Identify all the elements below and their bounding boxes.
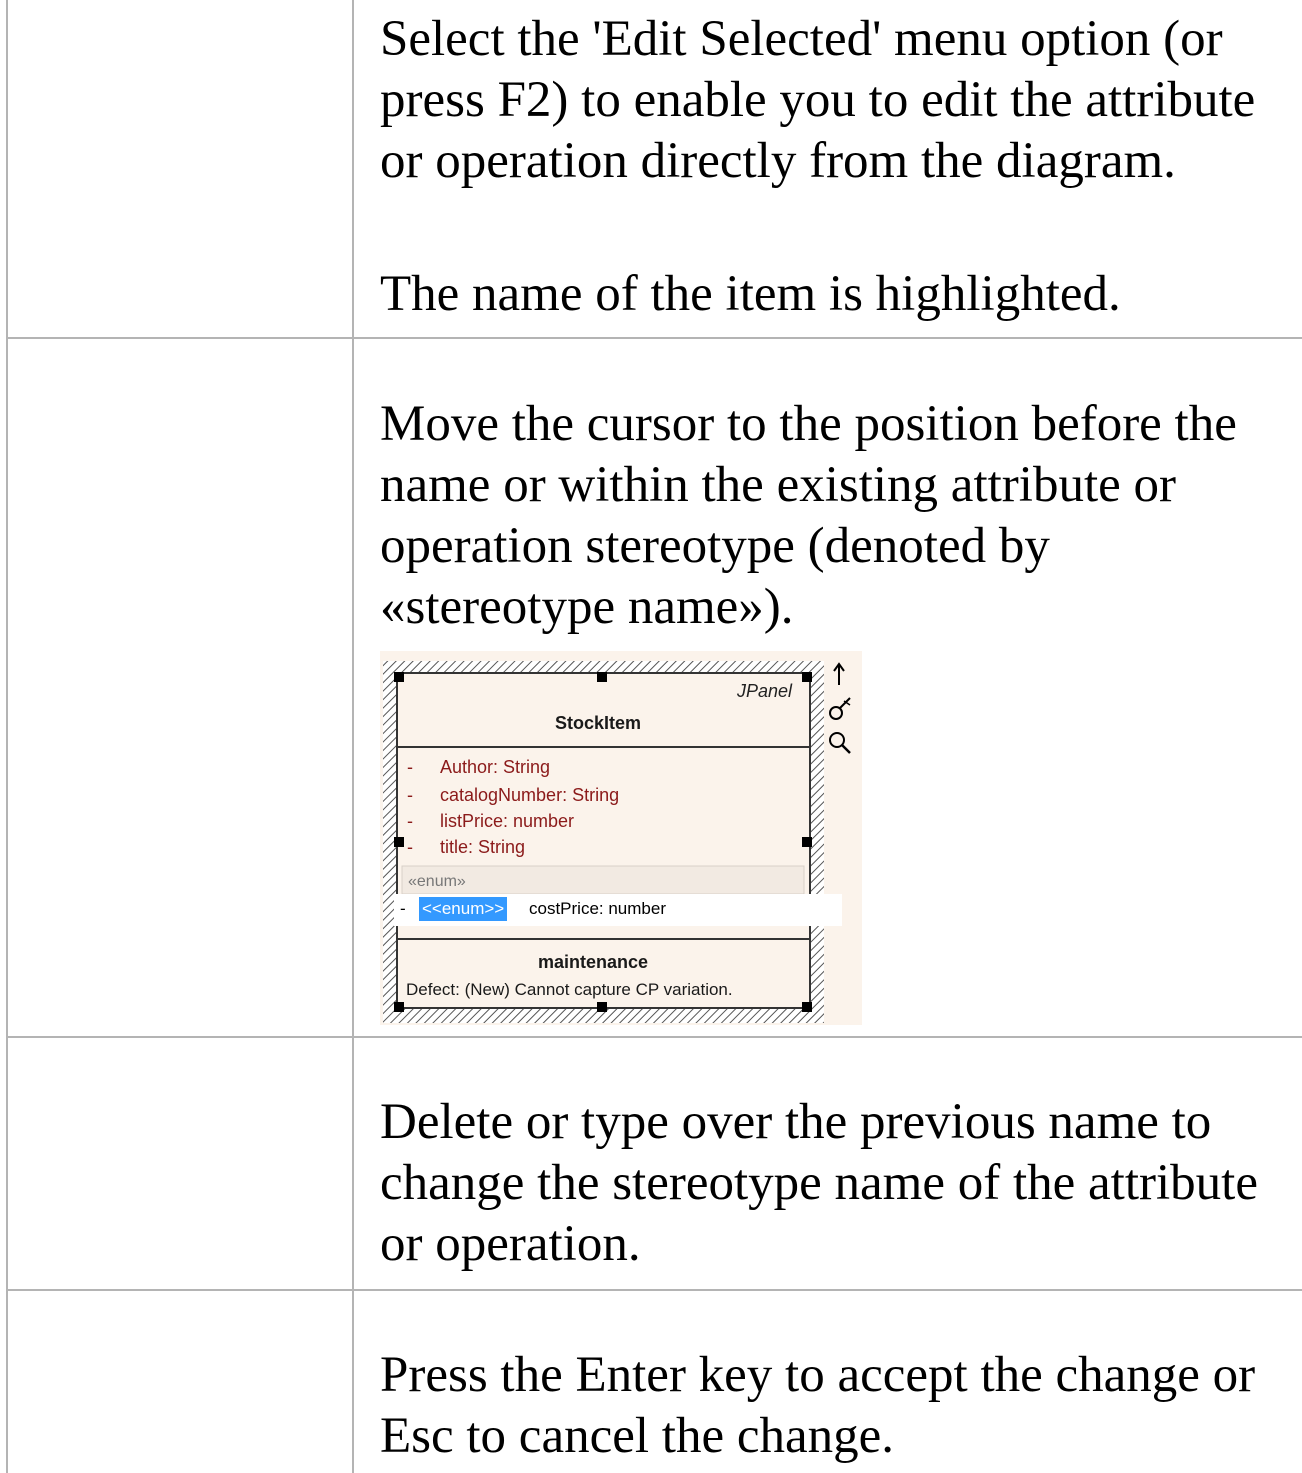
- table-row: Delete or type over the previous name to…: [8, 1038, 1302, 1291]
- arrow-up-icon[interactable]: [833, 662, 845, 685]
- step-description-cell: Delete or type over the previous name to…: [356, 1038, 1302, 1289]
- quicklink-toolbar: [829, 662, 851, 754]
- step-label-cell: [8, 1291, 354, 1473]
- edit-attribute-text[interactable]: costPrice: number: [529, 899, 666, 919]
- step-text: Move the cursor to the position before t…: [380, 396, 1237, 635]
- attribute-item[interactable]: catalogNumber: String: [440, 785, 619, 806]
- step-text: Select the 'Edit Selected' menu option (…: [380, 11, 1256, 189]
- maintenance-compartment-title: maintenance: [538, 952, 649, 972]
- step-text: Delete or type over the previous name to…: [380, 1094, 1258, 1272]
- step-text: Press the Enter key to accept the change…: [380, 1347, 1256, 1464]
- step-note: The name of the item is highlighted.: [380, 266, 1121, 322]
- attribute-item[interactable]: listPrice: number: [440, 811, 574, 832]
- attribute-visibility: -: [407, 811, 413, 831]
- attribute-item[interactable]: title: String: [440, 837, 525, 858]
- step-label-cell: [8, 1038, 354, 1289]
- step-label-cell: [8, 339, 354, 1036]
- class-diagram-screenshot: JPanel StockItem - Author: String - cata…: [380, 651, 862, 1025]
- attribute-item[interactable]: Author: String: [440, 757, 550, 778]
- table-row: Select the 'Edit Selected' menu option (…: [8, 0, 1302, 339]
- class-name: StockItem: [555, 713, 642, 733]
- maintenance-item: Defect: (New) Cannot capture CP variatio…: [406, 980, 733, 999]
- attribute-visibility: -: [407, 757, 413, 777]
- enum-group-label: «enum»: [408, 873, 466, 890]
- brush-icon[interactable]: [829, 697, 851, 720]
- step-description-cell: Press the Enter key to accept the change…: [356, 1291, 1302, 1473]
- selected-stereotype-text[interactable]: <<enum>>: [419, 897, 508, 921]
- step-description-cell: Select the 'Edit Selected' menu option (…: [356, 0, 1302, 337]
- edit-visibility: -: [400, 899, 406, 918]
- table-row: Press the Enter key to accept the change…: [8, 1291, 1302, 1473]
- attribute-visibility: -: [407, 837, 413, 857]
- magnifier-icon[interactable]: [829, 732, 851, 754]
- element-stereotype: JPanel: [737, 681, 793, 701]
- attribute-visibility: -: [407, 785, 413, 805]
- step-label-cell: [8, 0, 354, 337]
